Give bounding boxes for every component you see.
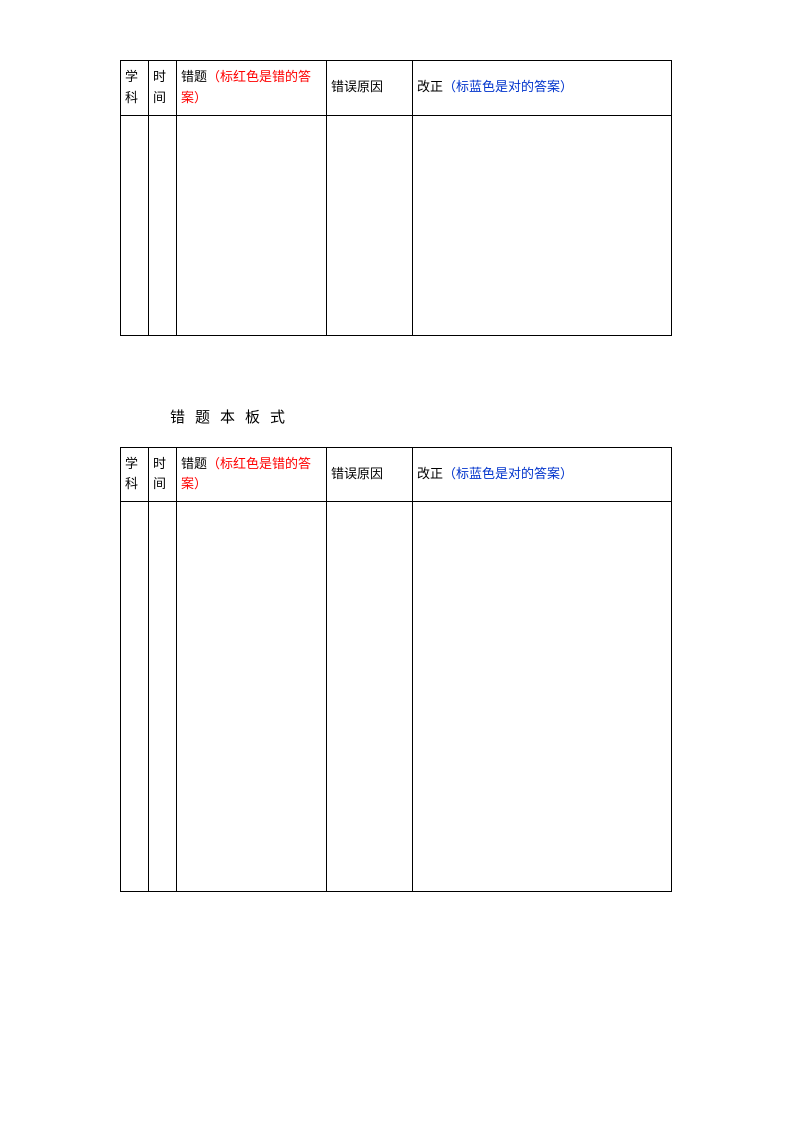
table-header-row: 学科 时间 错题（标红色是错的答案） 错误原因 改正（标蓝色是对的答案） [121, 447, 672, 502]
header-time: 时间 [149, 447, 177, 502]
header-subject: 学科 [121, 61, 149, 116]
header-reason: 错误原因 [327, 61, 413, 116]
header-correct-prefix: 改正 [417, 466, 443, 481]
header-correct-blue-note: （标蓝色是对的答案） [443, 79, 573, 94]
error-table-1: 学科 时间 错题（标红色是错的答案） 错误原因 改正（标蓝色是对的答案） [120, 60, 672, 336]
document-page: 学科 时间 错题（标红色是错的答案） 错误原因 改正（标蓝色是对的答案） 错题本… [0, 0, 794, 892]
header-time: 时间 [149, 61, 177, 116]
table-row [121, 115, 672, 335]
header-wrong-prefix: 错题 [181, 69, 207, 84]
table-header-row: 学科 时间 错题（标红色是错的答案） 错误原因 改正（标蓝色是对的答案） [121, 61, 672, 116]
cell-wrong [177, 115, 327, 335]
header-subject: 学科 [121, 447, 149, 502]
cell-reason [327, 502, 413, 892]
header-wrong-prefix: 错题 [181, 456, 207, 471]
cell-wrong [177, 502, 327, 892]
cell-correct [413, 502, 672, 892]
cell-reason [327, 115, 413, 335]
header-wrong: 错题（标红色是错的答案） [177, 61, 327, 116]
header-correct-prefix: 改正 [417, 79, 443, 94]
cell-time [149, 115, 177, 335]
header-wrong: 错题（标红色是错的答案） [177, 447, 327, 502]
error-table-2: 学科 时间 错题（标红色是错的答案） 错误原因 改正（标蓝色是对的答案） [120, 447, 672, 893]
header-correct-blue-note: （标蓝色是对的答案） [443, 466, 573, 481]
table-row [121, 502, 672, 892]
cell-correct [413, 115, 672, 335]
cell-subject [121, 502, 149, 892]
cell-time [149, 502, 177, 892]
header-reason: 错误原因 [327, 447, 413, 502]
header-correct: 改正（标蓝色是对的答案） [413, 447, 672, 502]
section-title: 错题本板式 [170, 406, 674, 427]
header-correct: 改正（标蓝色是对的答案） [413, 61, 672, 116]
cell-subject [121, 115, 149, 335]
